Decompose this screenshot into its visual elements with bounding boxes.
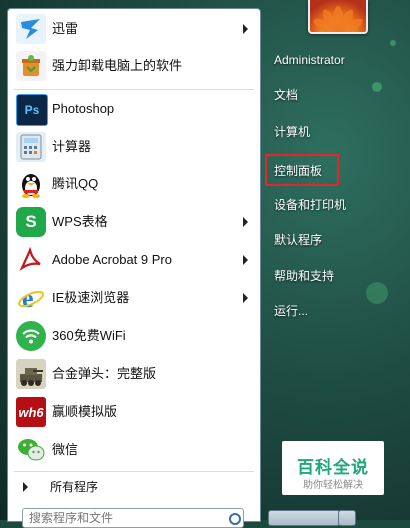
program-label: 合金弹头：完整版 — [52, 366, 157, 381]
program-item-calculator[interactable]: 计算器 — [10, 129, 258, 165]
computer-link[interactable]: 计算机 — [266, 117, 410, 147]
program-label: 赢顺模拟版 — [52, 404, 118, 419]
programs-pane: 迅雷 强力卸载电脑上的软件 Ps Photoshop 计算器 腾讯QQ S WP… — [7, 8, 261, 522]
all-programs-label: 所有程序 — [50, 480, 99, 494]
menu-separator — [14, 471, 254, 472]
xunlei-icon — [16, 14, 46, 44]
menu-separator — [14, 89, 254, 90]
program-label: WPS表格 — [52, 214, 108, 229]
program-label: 360免费WiFi — [52, 328, 126, 343]
shutdown-button[interactable] — [268, 510, 340, 526]
program-label: 腾讯QQ — [52, 176, 99, 191]
wechat-icon — [16, 435, 46, 465]
acrobat-icon — [16, 245, 46, 275]
program-item-wps-sheet[interactable]: S WPS表格 — [10, 204, 258, 240]
program-item-photoshop[interactable]: Ps Photoshop — [10, 91, 258, 127]
watermark-title: 百科全说 — [297, 458, 369, 477]
program-item-wh6[interactable]: wh6 赢顺模拟版 — [10, 394, 258, 430]
program-label: 微信 — [52, 442, 79, 457]
shutdown-options-button[interactable] — [338, 510, 356, 526]
expand-arrow-icon — [23, 482, 28, 492]
watermark-logo: 百科全说 助你轻松解决 — [282, 441, 384, 495]
search-icon[interactable] — [229, 513, 241, 525]
search-input[interactable]: 搜索程序和文件 — [22, 508, 244, 528]
default-programs-link[interactable]: 默认程序 — [266, 225, 410, 255]
wifi-icon — [16, 321, 46, 351]
program-label: IE极速浏览器 — [52, 290, 130, 305]
program-item-acrobat[interactable]: Adobe Acrobat 9 Pro — [10, 242, 258, 278]
submenu-arrow-icon[interactable] — [243, 293, 248, 303]
program-item-360-wifi[interactable]: 360免费WiFi — [10, 318, 258, 354]
program-label: 强力卸载电脑上的软件 — [52, 58, 183, 73]
program-label: Photoshop — [52, 101, 115, 116]
program-item-metal-slug[interactable]: 合金弹头：完整版 — [10, 356, 258, 392]
search-placeholder: 搜索程序和文件 — [29, 511, 114, 525]
qq-penguin-icon — [16, 169, 46, 199]
documents-link[interactable]: 文档 — [266, 80, 410, 110]
watermark-subtitle: 助你轻松解决 — [303, 480, 363, 491]
wh6-icon: wh6 — [16, 397, 46, 427]
run-link[interactable]: 运行... — [266, 296, 410, 326]
photoshop-icon: Ps — [16, 94, 48, 126]
help-support-link[interactable]: 帮助和支持 — [266, 261, 410, 291]
uninstall-icon — [16, 51, 46, 81]
program-item-uninstaller[interactable]: 强力卸载电脑上的软件 — [10, 48, 258, 84]
submenu-arrow-icon[interactable] — [243, 255, 248, 265]
all-programs-button[interactable]: 所有程序 — [10, 474, 258, 500]
user-name-link[interactable]: Administrator — [266, 45, 410, 75]
control-panel-link[interactable]: 控制面板 — [265, 154, 339, 186]
program-item-wechat[interactable]: 微信 — [10, 432, 258, 468]
program-item-ie-browser[interactable]: e IE极速浏览器 — [10, 280, 258, 316]
program-label: 计算器 — [52, 139, 92, 154]
submenu-arrow-icon[interactable] — [243, 24, 248, 34]
program-item-qq[interactable]: 腾讯QQ — [10, 166, 258, 202]
program-label: 迅雷 — [52, 21, 79, 36]
metal-slug-icon — [16, 359, 46, 389]
ie-icon: e — [16, 283, 46, 313]
program-label: Adobe Acrobat 9 Pro — [52, 252, 172, 267]
submenu-arrow-icon[interactable] — [243, 217, 248, 227]
user-avatar[interactable] — [308, 0, 368, 34]
devices-printers-link[interactable]: 设备和打印机 — [266, 190, 410, 220]
wps-sheet-icon: S — [16, 207, 46, 237]
calculator-icon — [16, 132, 46, 162]
program-item-xunlei[interactable]: 迅雷 — [10, 11, 258, 47]
